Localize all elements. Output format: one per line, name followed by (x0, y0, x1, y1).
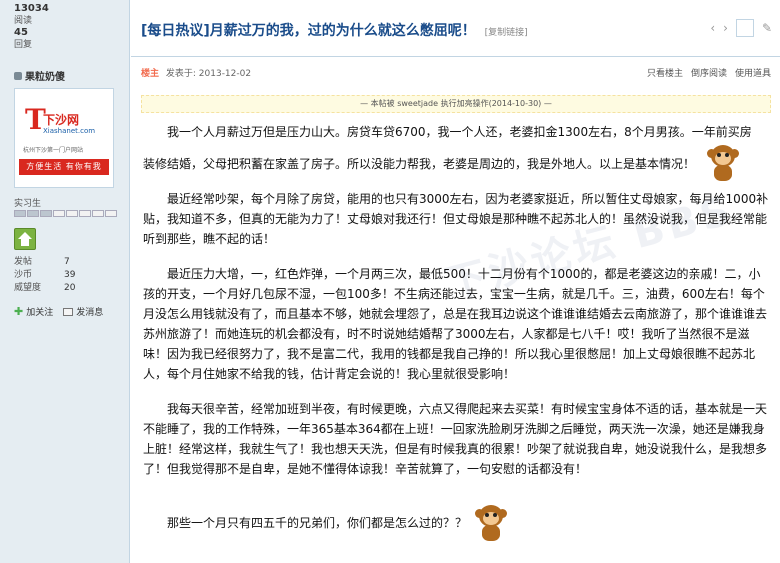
plus-icon: ✚ (14, 305, 24, 318)
only-op-link[interactable]: 只看楼主 (647, 66, 683, 79)
home-icon[interactable] (14, 228, 36, 250)
stat-value: 7 (64, 257, 70, 267)
highlight-notice: — 本帖被 sweetjade 执行加亮操作(2014-10-30) — (141, 95, 771, 113)
tools-icon[interactable]: ✎ (762, 21, 772, 35)
post-body: 我一个人月薪过万但是压力山大。房贷车贷6700，我一个人还，老婆扣金1300左右… (143, 122, 771, 548)
rank-segment (53, 210, 65, 217)
author-name-text: 果粒奶傻 (25, 72, 65, 83)
user-rank: 实习生 (14, 199, 42, 209)
avatar[interactable]: T 下沙网 Xiashanet.com 杭州下沙第一门户网站 方便生活 有你有我 (14, 88, 114, 188)
post-actions: 只看楼主 倒序阅读 使用道具 (647, 66, 771, 79)
user-actions: ✚ 加关注 发消息 (14, 305, 103, 318)
rank-segment (105, 210, 117, 217)
reply-label: 回复 (14, 40, 33, 50)
send-message-button[interactable]: 发消息 (63, 305, 103, 318)
copy-link-button[interactable]: [复制链接] (485, 28, 528, 38)
thread-header: [每日热议]月薪过万的我，过的为什么就这么憋屈呢！ [复制链接] ‹ › ✎ (131, 0, 780, 57)
thread-title: [每日热议]月薪过万的我，过的为什么就这么憋屈呢！ [复制链接] (141, 23, 528, 39)
reply-count: 45 (14, 27, 28, 38)
post-paragraph: 我一个人月薪过万但是压力山大。房贷车贷6700，我一个人还，老婆扣金1300左右… (167, 125, 752, 139)
stat-value: 39 (64, 270, 76, 280)
read-label: 阅读 (14, 16, 33, 26)
avatar-banner: 方便生活 有你有我 (19, 159, 109, 175)
rank-segment (79, 210, 91, 217)
rank-segment (40, 210, 52, 217)
post-paragraph: 我每天很辛苦，经常加班到半夜，有时候更晚，六点又得爬起来去买菜！有时候宝宝身体不… (143, 402, 768, 476)
stat-label: 发帖 (14, 257, 33, 267)
monkey-emoticon-icon (705, 143, 741, 183)
xiashanet-logo: T 下沙网 Xiashanet.com (25, 103, 96, 136)
post-paragraph: 最近经常吵架，每个月除了房贷，能用的也只有3000左右，因为老婆家挺近，所以暂住… (143, 192, 769, 246)
mail-icon (63, 307, 74, 316)
print-icon[interactable] (735, 19, 754, 37)
use-tool-link[interactable]: 使用道具 (735, 66, 771, 79)
online-status-icon (14, 71, 22, 80)
next-thread-icon[interactable]: › (723, 21, 728, 35)
avatar-subtitle: 杭州下沙第一门户网站 (23, 147, 84, 154)
stat-value: 20 (64, 283, 76, 293)
rank-segment (66, 210, 78, 217)
author-sidebar: 13034 阅读 45 回复 果粒奶傻 T 下沙网 Xiashanet.com … (0, 0, 130, 563)
rank-segment (14, 210, 26, 217)
stat-label: 威望度 (14, 283, 42, 293)
monkey-emoticon-icon (473, 503, 509, 543)
prev-thread-icon[interactable]: ‹ (710, 21, 715, 35)
rank-segment (27, 210, 39, 217)
post-paragraph: 装修结婚，父母把积蓄在家盖了房子。所以没能力帮我，老婆是周边的，我是外地人。以上… (143, 157, 696, 171)
author-name[interactable]: 果粒奶傻 (14, 68, 65, 83)
user-stats: 发帖 7 沙币 39 威望度 20 (14, 256, 114, 295)
post-paragraph: 那些一个月只有四五千的兄弟们，你们都是怎么过的？？ (167, 516, 468, 530)
follow-button[interactable]: ✚ 加关注 (14, 305, 53, 318)
rank-progress (14, 210, 117, 217)
op-badge: 楼主 (141, 69, 160, 79)
thread-nav: ‹ › ✎ (710, 19, 772, 37)
post-meta: 楼主 发表于: 2013-12-02 只看楼主 倒序阅读 使用道具 (141, 66, 771, 80)
rank-segment (92, 210, 104, 217)
post-area: [每日热议]月薪过万的我，过的为什么就这么憋屈呢！ [复制链接] ‹ › ✎ 楼… (131, 0, 780, 563)
post-paragraph: 最近压力大增，一，红色炸弹，一个月两三次，最低500！十二月份有个1000的，都… (143, 267, 768, 381)
post-date: 发表于: 2013-12-02 (165, 69, 252, 79)
read-count: 13034 (14, 3, 49, 14)
user-top-stats: 13034 阅读 45 回复 (0, 0, 129, 54)
stat-label: 沙币 (14, 270, 33, 280)
reverse-order-link[interactable]: 倒序阅读 (691, 66, 727, 79)
